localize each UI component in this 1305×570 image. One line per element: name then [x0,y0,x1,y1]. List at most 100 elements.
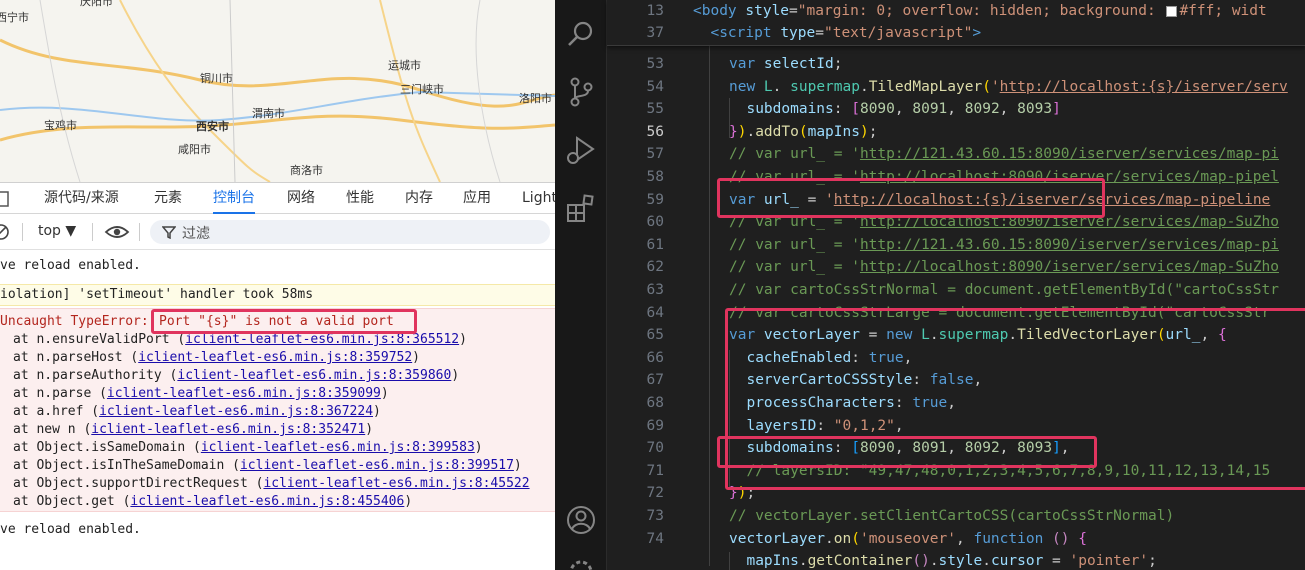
code-token: vectorLayer [729,530,826,547]
source-link[interactable]: iclient-leaflet-es6.min.js:8:359099 [107,386,381,401]
code-token: = [815,25,824,41]
tab-performance[interactable]: 性能 [346,183,374,214]
subdomains-highlight-box [717,436,1097,468]
source-link[interactable]: iclient-leaflet-es6.min.js:8:359752 [138,350,412,365]
stack-frame-text: ) [451,368,460,383]
clear-console-icon[interactable] [0,223,10,241]
stack-frame-text: at n.parseHost ( [13,350,139,365]
code-line[interactable]: // var url_ = 'http://121.43.60.15:8090/… [729,143,1279,165]
code-line[interactable]: // var url_ = 'http://localhost:8090/ise… [729,256,1279,278]
stack-frame-text: ) [365,422,374,437]
tab-application[interactable]: 应用 [463,183,491,214]
indent-guide [709,46,710,566]
stack-frame-text: at Object.get ( [13,494,131,509]
context-selector[interactable]: top ▼ [38,223,76,239]
code-token: function [973,530,1053,547]
run-debug-icon[interactable] [565,134,597,166]
line-number: 64 [646,304,664,321]
tab-lighthouse[interactable]: Light [522,183,555,214]
code-token: 8090 [859,101,895,118]
line-number: 60 [646,214,664,231]
source-link[interactable]: iclient-leaflet-es6.min.js:8:352471 [91,422,365,437]
stack-frame-text: ) [513,458,522,473]
stack-frame-text: ) [459,332,467,347]
code-token: () [912,553,930,570]
console-warning: iolation] 'setTimeout' handler took 58ms [0,284,555,306]
tab-sources[interactable]: 源代码/来源 [44,183,119,214]
code-token: http://121.43.60.15:8090/iserver/service… [859,146,1279,163]
sticky-code-line[interactable]: <body style="margin: 0; overflow: hidden… [693,0,1267,22]
code-token: ; [868,123,878,140]
source-link[interactable]: iclient-leaflet-es6.min.js:8:455406 [130,494,404,509]
tab-elements[interactable]: 元素 [154,183,182,214]
code-line[interactable]: subdomains: [8090, 8091, 8092, 8093] [729,98,1060,120]
line-number: 58 [646,169,664,185]
code-token: type [771,25,816,41]
divider [22,223,23,241]
tab-console[interactable]: 控制台 [213,183,255,214]
source-link[interactable]: iclient-leaflet-es6.min.js:8:45522 [263,476,529,491]
stack-frame-text: ) [380,386,389,401]
code-token: < [693,25,720,41]
search-icon[interactable] [565,18,597,50]
stack-frame: at a.href (iclient-leaflet-es6.min.js:8:… [0,403,555,421]
code-editor[interactable]: 13 <body style="margin: 0; overflow: hidd… [607,0,1305,570]
error-highlight-box [151,309,417,334]
stack-frame: at Object.supportDirectRequest (iclient-… [0,475,555,493]
code-line[interactable]: // var cartoCssStrNormal = document.getE… [729,279,1279,301]
code-token: addTo [755,123,799,140]
source-control-icon[interactable] [565,76,597,108]
sticky-code-line[interactable]: <script type="text/javascript"> [693,22,981,44]
source-link[interactable]: iclient-leaflet-es6.min.js:8:399517 [240,458,514,473]
code-token: cursor [990,553,1044,570]
line-number: 61 [646,236,664,253]
stack-frame-text: at new n ( [13,422,92,437]
code-line[interactable]: var selectId; [729,53,843,75]
stack-frame: at Object.isInTheSameDomain (iclient-lea… [0,457,555,475]
code-token: body [701,3,737,19]
city-label: 三门峡市 [400,83,444,96]
map-view[interactable]: 西宁市 庆阳市 运城市 铜川市 三门峡市 洛阳市 渭南市 宝鸡市 西安市 咸阳市… [0,0,555,182]
filter-icon [162,226,176,239]
line-number: 56 [646,123,664,140]
code-line[interactable]: // vectorLayer.setClientCartoCSS(cartoCs… [729,505,1174,527]
code-line[interactable]: // var url_ = 'http://121.43.60.15:8090/… [729,234,1279,256]
line-number: 71 [646,462,664,479]
city-label: 渭南市 [252,107,285,120]
stack-frame-text: at n.ensureValidPort ( [13,332,186,347]
filter-input[interactable]: 过滤 [150,220,550,244]
eye-icon[interactable] [104,224,130,240]
code-token: "text/javascript" [823,25,973,41]
code-token: ; [833,56,843,72]
tab-memory[interactable]: 内存 [405,183,433,214]
code-token: 8092 [964,101,1000,118]
code-token: on [833,530,852,547]
code-line[interactable]: new L. supermap.TiledMapLayer('http://lo… [729,76,1288,98]
stack-frame: at new n (iclient-leaflet-es6.min.js:8:3… [0,421,555,439]
source-link[interactable]: iclient-leaflet-es6.min.js:8:399583 [201,440,475,455]
line-number: 54 [646,78,664,95]
source-link[interactable]: iclient-leaflet-es6.min.js:8:359860 [177,368,451,383]
settings-icon[interactable] [565,556,597,570]
stack-frame-text: ) [404,494,413,509]
source-link[interactable]: iclient-leaflet-es6.min.js:8:365512 [185,332,459,347]
extensions-icon[interactable] [565,193,597,225]
console-message: ve reload enabled. [0,258,141,273]
code-line[interactable]: vectorLayer.on('mouseover', function () … [729,528,1087,550]
code-token: script [719,25,772,41]
tab-network[interactable]: 网络 [287,183,315,214]
code-token: supermap [790,78,860,95]
line-number: 73 [646,508,664,524]
browser-pane: 西宁市 庆阳市 运城市 铜川市 三门峡市 洛阳市 渭南市 宝鸡市 西安市 咸阳市… [0,0,555,570]
stack-frame: at n.parseHost (iclient-leaflet-es6.min.… [0,349,555,367]
account-icon[interactable] [565,504,597,536]
code-token: style [736,3,790,19]
source-link[interactable]: iclient-leaflet-es6.min.js:8:367224 [99,404,373,419]
code-line[interactable]: }).addTo(mapIns); [729,121,877,143]
code-token: 'pointer' [1069,553,1149,570]
code-line[interactable]: mapIns.getContainer().style.cursor = 'po… [729,550,1156,570]
panel-icon[interactable] [0,191,9,207]
console-toolbar: top ▼ 过滤 [0,214,555,250]
city-label: 西宁市 [0,11,29,24]
activity-bar [555,0,607,570]
